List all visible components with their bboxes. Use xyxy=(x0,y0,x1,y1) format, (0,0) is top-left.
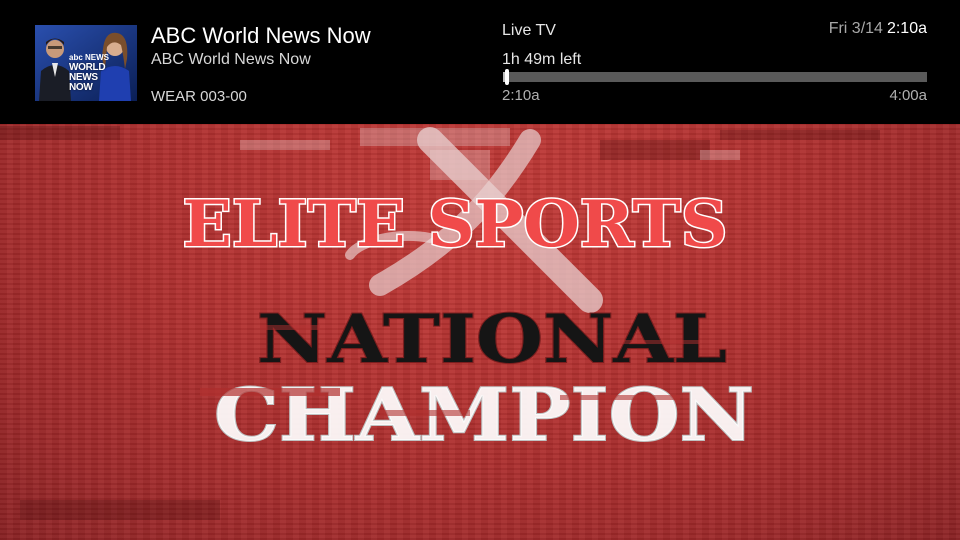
video-line-1: ELITE SPORTS xyxy=(183,187,728,262)
glitch-bar xyxy=(200,388,340,396)
clock: Fri 3/14 2:10a xyxy=(829,20,927,38)
program-end-time: 4:00a xyxy=(889,87,927,104)
abc-news-logo: abc NEWS xyxy=(69,53,110,62)
video-line-2: NATIONAL xyxy=(257,300,727,378)
tv-screen: ELITE SPORTS NATIONAL CHAMPION abc NEWS … xyxy=(0,0,960,540)
program-title: ABC World News Now xyxy=(151,23,371,48)
thumbnail-logo-line: NOW xyxy=(69,82,93,93)
info-banner: abc NEWS WORLD NEWS NOW ABC World News N… xyxy=(0,0,960,124)
program-thumbnail[interactable]: abc NEWS WORLD NEWS NOW xyxy=(35,25,137,101)
clock-time: 2:10a xyxy=(886,20,927,37)
time-remaining: 1h 49m left xyxy=(502,51,582,68)
channel-number: WEAR 003-00 xyxy=(151,88,247,105)
program-start-time: 2:10a xyxy=(502,87,540,104)
glitch-bar xyxy=(260,325,320,330)
glitch-bar xyxy=(380,410,470,416)
video-line-3: CHAMPION xyxy=(214,372,754,457)
glitch-bar xyxy=(620,340,700,344)
glitch-bar xyxy=(560,395,680,400)
clock-date: Fri 3/14 xyxy=(828,20,883,37)
program-subtitle: ABC World News Now xyxy=(151,51,311,68)
program-progress-bar[interactable] xyxy=(503,69,927,85)
live-tv-label: Live TV xyxy=(502,22,556,39)
progress-position-marker[interactable] xyxy=(505,69,509,85)
